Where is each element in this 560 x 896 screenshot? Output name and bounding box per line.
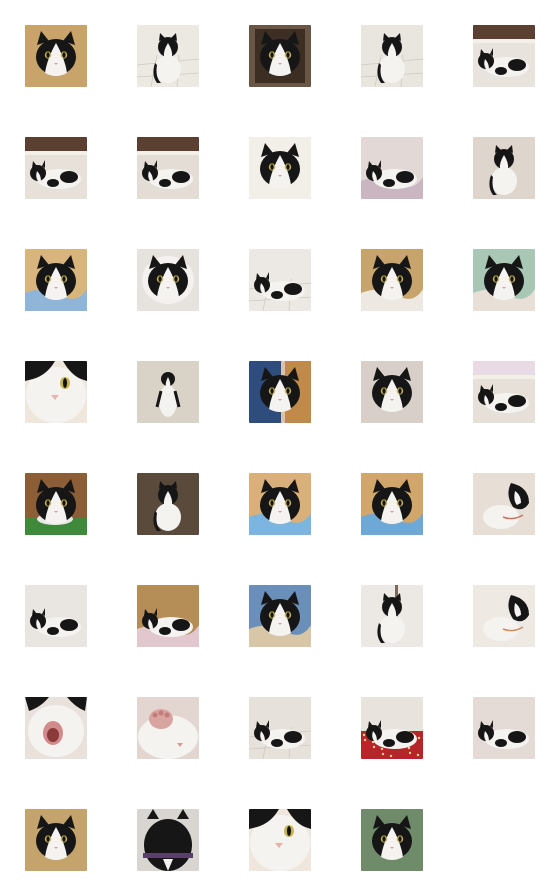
- cat-photo-image: [361, 361, 423, 423]
- cat-photo-image: [473, 473, 535, 535]
- cat-photo-image: [137, 361, 199, 423]
- cat-photo-image: [25, 137, 87, 199]
- sticker-thumbnail[interactable]: [25, 809, 87, 871]
- cat-photo-image: [473, 697, 535, 759]
- cat-photo-image: [473, 137, 535, 199]
- sticker-thumbnail[interactable]: [361, 697, 423, 759]
- cat-photo-image: [137, 697, 199, 759]
- sticker-thumbnail[interactable]: [137, 697, 199, 759]
- cat-photo-image: [361, 585, 423, 647]
- sticker-thumbnail[interactable]: [249, 473, 311, 535]
- cat-photo-image: [249, 25, 311, 87]
- sticker-thumbnail[interactable]: [137, 25, 199, 87]
- sticker-thumbnail[interactable]: [473, 473, 535, 535]
- cat-photo-image: [249, 361, 311, 423]
- sticker-thumbnail[interactable]: [361, 137, 423, 199]
- cat-photo-image: [25, 249, 87, 311]
- sticker-thumbnail[interactable]: [25, 25, 87, 87]
- sticker-thumbnail[interactable]: [137, 361, 199, 423]
- cat-photo-image: [249, 473, 311, 535]
- cat-photo-image: [473, 249, 535, 311]
- sticker-thumbnail[interactable]: [249, 697, 311, 759]
- cat-photo-image: [361, 473, 423, 535]
- cat-photo-image: [25, 585, 87, 647]
- sticker-thumbnail[interactable]: [25, 697, 87, 759]
- sticker-thumbnail[interactable]: [361, 473, 423, 535]
- sticker-thumbnail[interactable]: [249, 249, 311, 311]
- sticker-thumbnail[interactable]: [249, 585, 311, 647]
- sticker-thumbnail[interactable]: [249, 361, 311, 423]
- cat-photo-image: [137, 137, 199, 199]
- cat-photo-image: [25, 361, 87, 423]
- sticker-thumbnail[interactable]: [361, 25, 423, 87]
- sticker-thumbnail[interactable]: [25, 361, 87, 423]
- cat-photo-image: [361, 137, 423, 199]
- sticker-thumbnail[interactable]: [361, 585, 423, 647]
- sticker-thumbnail[interactable]: [473, 249, 535, 311]
- cat-photo-image: [137, 25, 199, 87]
- cat-photo-image: [137, 473, 199, 535]
- cat-photo-image: [361, 25, 423, 87]
- cat-photo-image: [249, 585, 311, 647]
- cat-photo-image: [249, 809, 311, 871]
- sticker-thumbnail[interactable]: [473, 25, 535, 87]
- sticker-thumbnail[interactable]: [25, 137, 87, 199]
- sticker-thumbnail[interactable]: [25, 585, 87, 647]
- sticker-thumbnail[interactable]: [25, 473, 87, 535]
- sticker-thumbnail[interactable]: [249, 809, 311, 871]
- cat-photo-image: [473, 25, 535, 87]
- cat-photo-image: [25, 697, 87, 759]
- sticker-thumbnail[interactable]: [137, 809, 199, 871]
- sticker-thumbnail[interactable]: [361, 249, 423, 311]
- cat-photo-image: [137, 585, 199, 647]
- sticker-thumbnail[interactable]: [137, 585, 199, 647]
- cat-photo-image: [25, 25, 87, 87]
- cat-photo-image: [249, 249, 311, 311]
- sticker-thumbnail[interactable]: [249, 137, 311, 199]
- sticker-thumbnail[interactable]: [473, 361, 535, 423]
- sticker-thumbnail[interactable]: [137, 473, 199, 535]
- sticker-thumbnail[interactable]: [137, 249, 199, 311]
- sticker-thumbnail[interactable]: [249, 25, 311, 87]
- sticker-grid: [0, 0, 560, 896]
- cat-photo-image: [473, 361, 535, 423]
- sticker-thumbnail[interactable]: [473, 137, 535, 199]
- cat-photo-image: [137, 809, 199, 871]
- sticker-thumbnail[interactable]: [361, 361, 423, 423]
- sticker-thumbnail[interactable]: [473, 585, 535, 647]
- cat-photo-image: [137, 249, 199, 311]
- sticker-thumbnail[interactable]: [25, 249, 87, 311]
- cat-photo-image: [25, 473, 87, 535]
- sticker-thumbnail[interactable]: [137, 137, 199, 199]
- cat-photo-image: [25, 809, 87, 871]
- cat-photo-image: [361, 697, 423, 759]
- cat-photo-image: [249, 697, 311, 759]
- cat-photo-image: [361, 249, 423, 311]
- sticker-thumbnail[interactable]: [473, 697, 535, 759]
- sticker-thumbnail[interactable]: [361, 809, 423, 871]
- cat-photo-image: [473, 585, 535, 647]
- cat-photo-image: [361, 809, 423, 871]
- cat-photo-image: [249, 137, 311, 199]
